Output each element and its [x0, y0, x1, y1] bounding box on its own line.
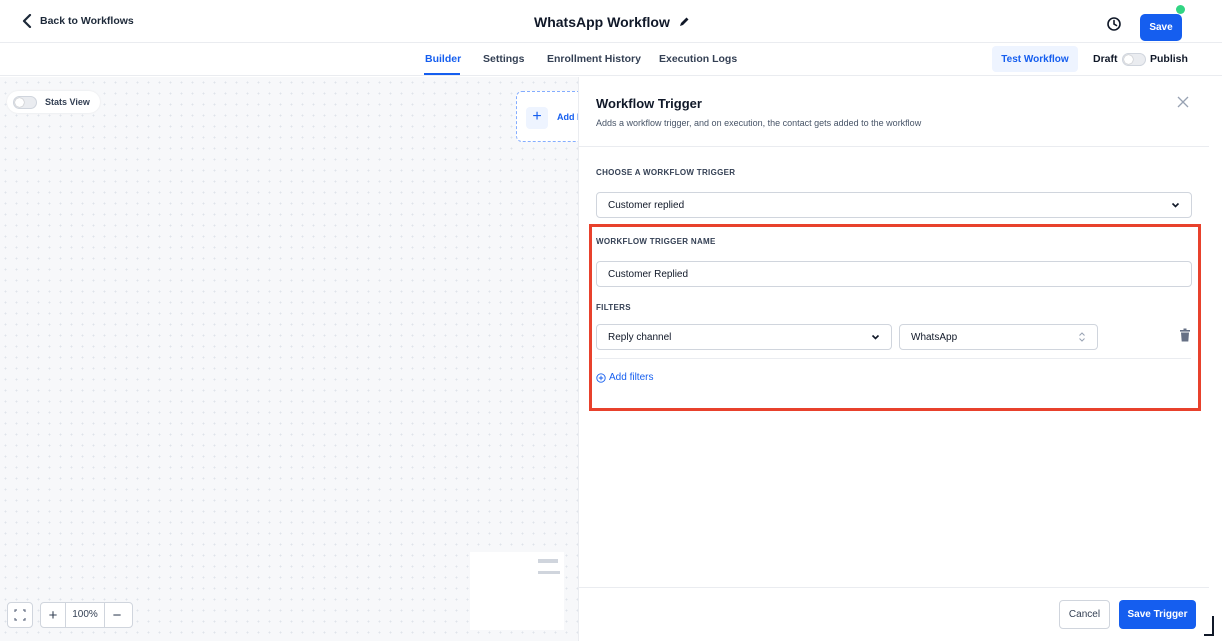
top-bar: Back to Workflows WhatsApp Workflow Save [0, 5, 1222, 43]
cancel-button[interactable]: Cancel [1059, 600, 1110, 629]
tabs-row: Builder Settings Enrollment History Exec… [0, 43, 1222, 76]
minimap-node [538, 559, 558, 563]
highlight-box [589, 224, 1201, 411]
chevron-left-icon [22, 14, 32, 28]
history-icon[interactable] [1106, 16, 1122, 32]
test-workflow-button[interactable]: Test Workflow [992, 46, 1078, 72]
stats-toggle-switch[interactable] [13, 95, 37, 109]
trigger-select[interactable]: Customer replied [596, 192, 1192, 218]
workflow-title: WhatsApp Workflow [534, 14, 690, 30]
back-label: Back to Workflows [40, 15, 134, 27]
panel-title: Workflow Trigger [596, 96, 702, 111]
trigger-select-value: Customer replied [608, 199, 685, 211]
choose-trigger-label: CHOOSE A WORKFLOW TRIGGER [596, 168, 736, 177]
panel-description: Adds a workflow trigger, and on executio… [596, 118, 922, 128]
add-node-card[interactable]: + Add N [516, 91, 586, 142]
zoom-in-button[interactable]: + [41, 607, 65, 624]
tab-enrollment-history[interactable]: Enrollment History [547, 53, 641, 65]
tab-settings[interactable]: Settings [483, 53, 524, 65]
workflow-canvas[interactable]: Stats View + Add N + 100% − [0, 77, 586, 641]
close-icon[interactable] [1176, 95, 1190, 109]
minimap-node [538, 571, 560, 574]
chevron-down-icon [1171, 202, 1180, 208]
toggle-knob [1124, 55, 1133, 64]
plus-icon: + [526, 107, 548, 129]
save-trigger-button[interactable]: Save Trigger [1119, 600, 1196, 629]
publish-toggle[interactable] [1122, 53, 1146, 66]
fit-view-button[interactable] [7, 602, 33, 628]
text-cursor-base [1204, 634, 1214, 636]
zoom-out-button[interactable]: − [105, 607, 129, 624]
page-title: WhatsApp Workflow [534, 14, 670, 30]
tab-builder[interactable]: Builder [425, 53, 461, 65]
toggle-knob [15, 97, 24, 107]
divider [579, 587, 1209, 588]
stats-view-label: Stats View [45, 97, 90, 107]
stats-view-toggle[interactable]: Stats View [7, 91, 100, 113]
zoom-controls: + 100% − [40, 602, 133, 628]
divider [579, 146, 1209, 147]
publish-label: Publish [1150, 53, 1188, 65]
trigger-panel: Workflow Trigger Adds a workflow trigger… [578, 77, 1209, 641]
text-cursor [1212, 616, 1214, 636]
zoom-level: 100% [65, 603, 105, 627]
draft-label: Draft [1093, 53, 1118, 65]
status-dot [1176, 5, 1185, 14]
save-button[interactable]: Save [1140, 14, 1182, 41]
back-to-workflows-link[interactable]: Back to Workflows [22, 14, 134, 28]
pencil-icon[interactable] [678, 16, 690, 28]
minimap[interactable] [470, 552, 564, 630]
active-tab-indicator [424, 73, 460, 75]
tab-execution-logs[interactable]: Execution Logs [659, 53, 737, 65]
expand-icon [14, 609, 26, 621]
